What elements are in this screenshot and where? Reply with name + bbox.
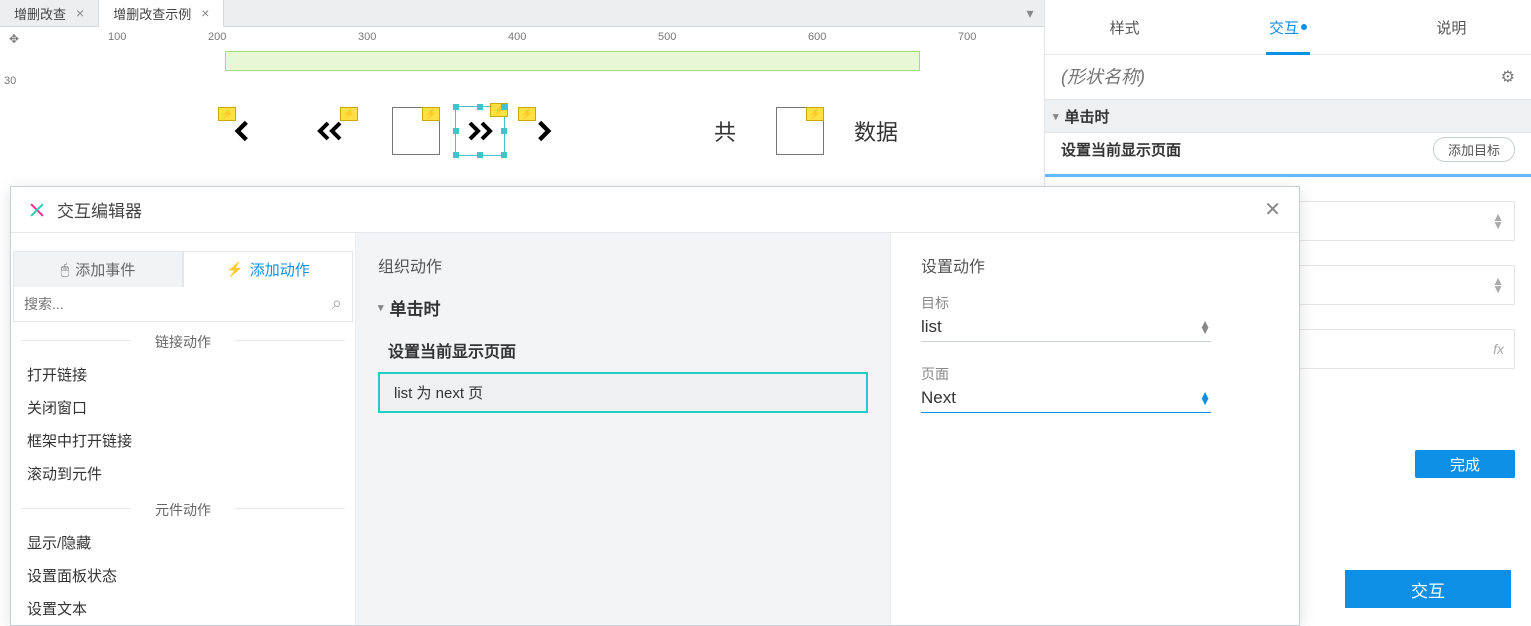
axure-logo-icon xyxy=(29,202,45,218)
category-widget-actions: 元件动作 xyxy=(13,490,353,526)
action-set-text[interactable]: 设置文本 xyxy=(13,592,353,625)
action-show-hide[interactable]: 显示/隐藏 xyxy=(13,526,353,559)
horizontal-ruler: 100 200 300 400 500 600 700 xyxy=(28,27,1044,51)
action-open-in-frame[interactable]: 框架中打开链接 xyxy=(13,424,353,457)
close-icon[interactable]: ✕ xyxy=(1264,197,1281,222)
shape-name-input[interactable] xyxy=(1061,67,1501,88)
ruler-tick: 100 xyxy=(108,31,126,43)
configure-action-title: 设置动作 xyxy=(921,253,1269,277)
new-interaction-button[interactable]: 交互 xyxy=(1345,570,1511,608)
target-label: 目标 xyxy=(921,293,1269,313)
action-name: 设置当前显示页面 xyxy=(1061,139,1181,160)
close-icon[interactable]: × xyxy=(201,6,209,20)
lightning-icon: ⚡ xyxy=(226,261,243,278)
vertical-ruler: 30 xyxy=(0,51,28,185)
document-tab-active[interactable]: 增删改查示例 × xyxy=(99,0,224,27)
action-set-current-page[interactable]: 设置当前显示页面 xyxy=(378,334,868,366)
repeater-header[interactable] xyxy=(225,51,920,71)
lightning-icon: ⚡ xyxy=(518,107,536,121)
target-select[interactable]: list ▲▼ xyxy=(921,313,1211,342)
chevron-updown-icon: ▲▼ xyxy=(1199,392,1211,404)
canvas[interactable]: ⚡ ⚡ ⚡ ⚡ ⚡ 共 xyxy=(28,51,1044,185)
ruler-tick: 600 xyxy=(808,31,826,43)
first-page-button[interactable]: ⚡ xyxy=(218,107,266,155)
tab-menu-button[interactable]: ▾ xyxy=(1016,0,1044,26)
search-icon[interactable]: ⌕ xyxy=(332,293,342,314)
page-select[interactable]: Next ▲▼ xyxy=(921,384,1211,413)
collapse-icon: ▾ xyxy=(1053,110,1059,123)
organize-actions-title: 组织动作 xyxy=(378,253,868,277)
lightning-icon: ⚡ xyxy=(218,107,236,121)
interaction-editor-dialog: 交互编辑器 ✕ 🖱 添加事件 ⚡ 添加动作 ⌕ 链接动作 打开链接 xyxy=(10,186,1300,626)
cursor-icon: 🖱 xyxy=(61,261,69,278)
add-target-button[interactable]: 添加目标 xyxy=(1433,137,1515,162)
document-tab-bar: 增删改查 × 增删改查示例 × ▾ xyxy=(0,0,1044,27)
last-page-button[interactable]: ⚡ xyxy=(520,107,568,155)
tab-style[interactable]: 样式 xyxy=(1102,0,1148,54)
tab-label: 增删改查示例 xyxy=(113,4,191,23)
tab-interactions[interactable]: 交互 xyxy=(1261,0,1315,54)
document-tab[interactable]: 增删改查 × xyxy=(0,0,99,26)
dialog-title: 交互编辑器 xyxy=(57,197,142,222)
category-link-actions: 链接动作 xyxy=(13,322,353,358)
action-close-window[interactable]: 关闭窗口 xyxy=(13,391,353,424)
selected-case[interactable]: list 为 next 页 xyxy=(378,372,868,413)
ruler-tick: 300 xyxy=(358,31,376,43)
chevron-updown-icon: ▲▼ xyxy=(1199,321,1211,333)
ruler-tick: 400 xyxy=(508,31,526,43)
page-label: 页面 xyxy=(921,364,1269,384)
settings-icon[interactable]: ⚙ xyxy=(1501,67,1515,87)
event-onclick[interactable]: ▾ 单击时 xyxy=(378,295,868,320)
label-data: 数据 xyxy=(854,115,898,147)
dot-indicator-icon xyxy=(1301,24,1307,30)
stepper-icon[interactable]: ▲▼ xyxy=(1492,213,1504,229)
lightning-icon: ⚡ xyxy=(422,107,440,121)
event-header-onclick[interactable]: ▾ 单击时 xyxy=(1045,99,1531,133)
action-scroll-to-widget[interactable]: 滚动到元件 xyxy=(13,457,353,490)
action-search-input[interactable] xyxy=(24,296,332,312)
ruler-tick: 700 xyxy=(958,31,976,43)
next-page-button-selected[interactable]: ⚡ xyxy=(456,107,504,155)
prev-page-button[interactable]: ⚡ xyxy=(306,107,354,155)
label-total: 共 xyxy=(714,115,736,147)
done-button[interactable]: 完成 xyxy=(1415,450,1515,478)
stepper-icon[interactable]: ▲▼ xyxy=(1492,277,1504,293)
event-label: 单击时 xyxy=(1065,106,1110,127)
tab-label: 增删改查 xyxy=(14,4,66,23)
lightning-icon: ⚡ xyxy=(806,107,824,121)
tab-add-action[interactable]: ⚡ 添加动作 xyxy=(183,251,353,287)
count-box[interactable]: ⚡ xyxy=(776,107,824,155)
ruler-origin-icon[interactable]: ✥ xyxy=(0,27,28,51)
close-icon[interactable]: × xyxy=(76,6,84,20)
ruler-tick: 500 xyxy=(658,31,676,43)
action-set-panel[interactable]: 设置面板状态 xyxy=(13,559,353,592)
inspector-tabs: 样式 交互 说明 xyxy=(1045,0,1531,55)
page-input-box[interactable]: ⚡ xyxy=(392,107,440,155)
tab-notes[interactable]: 说明 xyxy=(1428,0,1474,54)
action-open-link[interactable]: 打开链接 xyxy=(13,358,353,391)
lightning-icon: ⚡ xyxy=(340,107,358,121)
collapse-icon: ▾ xyxy=(378,301,384,314)
ruler-tick: 30 xyxy=(4,75,16,87)
tab-add-event[interactable]: 🖱 添加事件 xyxy=(13,251,183,287)
ruler-tick: 200 xyxy=(208,31,226,43)
